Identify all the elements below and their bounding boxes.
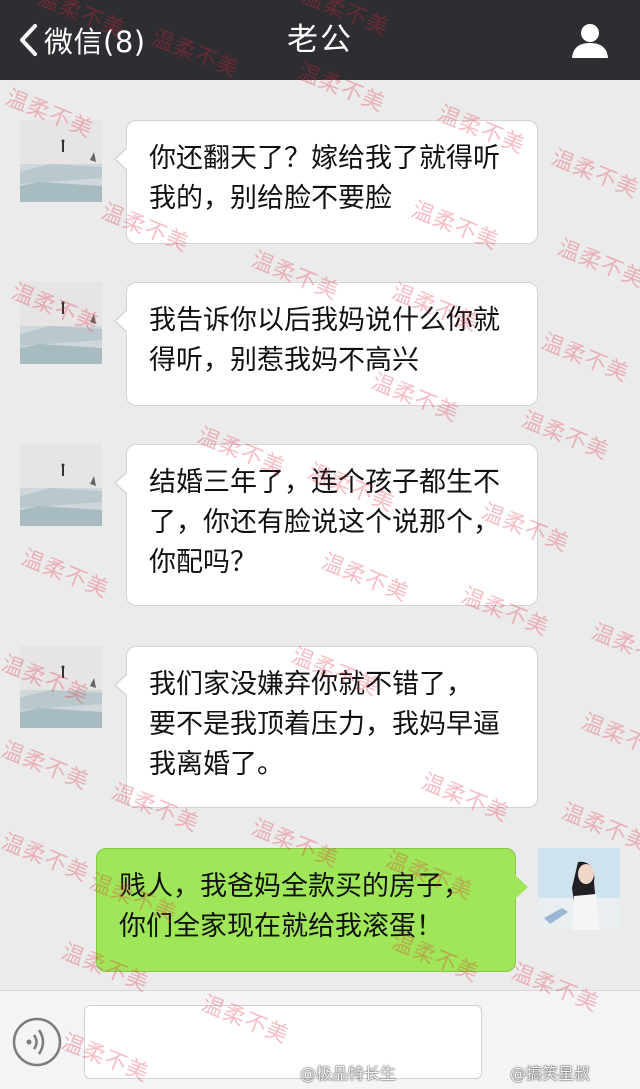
message-line: 我的，别给脸不要脸 <box>149 183 392 214</box>
message-line: 贱人，我爸妈全款买的房子， <box>119 871 470 902</box>
credit-handle: @极品特长生 <box>300 1064 397 1083</box>
voice-icon <box>12 1017 62 1067</box>
person-icon <box>572 24 608 58</box>
message-line: 要不是我顶着压力，我妈早逼 <box>149 709 500 740</box>
message-line: 我告诉你以后我妈说什么你就 <box>149 305 500 336</box>
credits-overlay: @极品特长生 @搞笑星叔 <box>300 1060 640 1086</box>
message-line: 结婚三年了，连个孩子都生不 <box>149 467 500 498</box>
chat-area[interactable]: 你还翻天了？嫁给我了就得听 我的，别给脸不要脸 我告诉你以后我妈说什么你就 得听… <box>0 80 640 990</box>
message-line: 了，你还有脸说这个说那个， <box>149 507 500 538</box>
seascape-avatar-image <box>20 120 102 202</box>
my-avatar[interactable] <box>538 848 620 930</box>
message-bubble-received[interactable]: 我告诉你以后我妈说什么你就 得听，别惹我妈不高兴 <box>114 282 538 406</box>
voice-button[interactable] <box>12 1017 62 1067</box>
message-bubble-received[interactable]: 我们家没嫌弃你就不错了， 要不是我顶着压力，我妈早逼 我离婚了。 <box>114 646 538 808</box>
message-line: 你配吗？ <box>149 547 257 578</box>
credit-handle: @搞笑星叔 <box>510 1064 591 1083</box>
message-line: 得听，别惹我妈不高兴 <box>149 345 419 376</box>
girl-avatar-image <box>538 848 620 930</box>
message-bubble-received[interactable]: 结婚三年了，连个孩子都生不 了，你还有脸说这个说那个， 你配吗？ <box>114 444 538 606</box>
seascape-avatar-image <box>20 646 102 728</box>
message-line: 我们家没嫌弃你就不错了， <box>149 669 473 700</box>
contact-avatar[interactable] <box>20 120 102 202</box>
message-line: 我离婚了。 <box>149 749 284 780</box>
contact-avatar[interactable] <box>20 444 102 526</box>
title-bar: 微信(8) 老公 <box>0 0 640 80</box>
chat-title: 老公 <box>287 22 353 58</box>
message-bubble-sent[interactable]: 贱人，我爸妈全款买的房子， 你们全家现在就给我滚蛋！ <box>96 848 528 972</box>
message-line: 你们全家现在就给我滚蛋！ <box>119 911 443 942</box>
contact-avatar[interactable] <box>20 646 102 728</box>
message-line: 你还翻天了？嫁给我了就得听 <box>149 143 500 174</box>
seascape-avatar-image <box>20 282 102 364</box>
seascape-avatar-image <box>20 444 102 526</box>
contact-avatar[interactable] <box>20 282 102 364</box>
profile-button[interactable] <box>570 20 610 60</box>
message-bubble-received[interactable]: 你还翻天了？嫁给我了就得听 我的，别给脸不要脸 <box>114 120 538 244</box>
